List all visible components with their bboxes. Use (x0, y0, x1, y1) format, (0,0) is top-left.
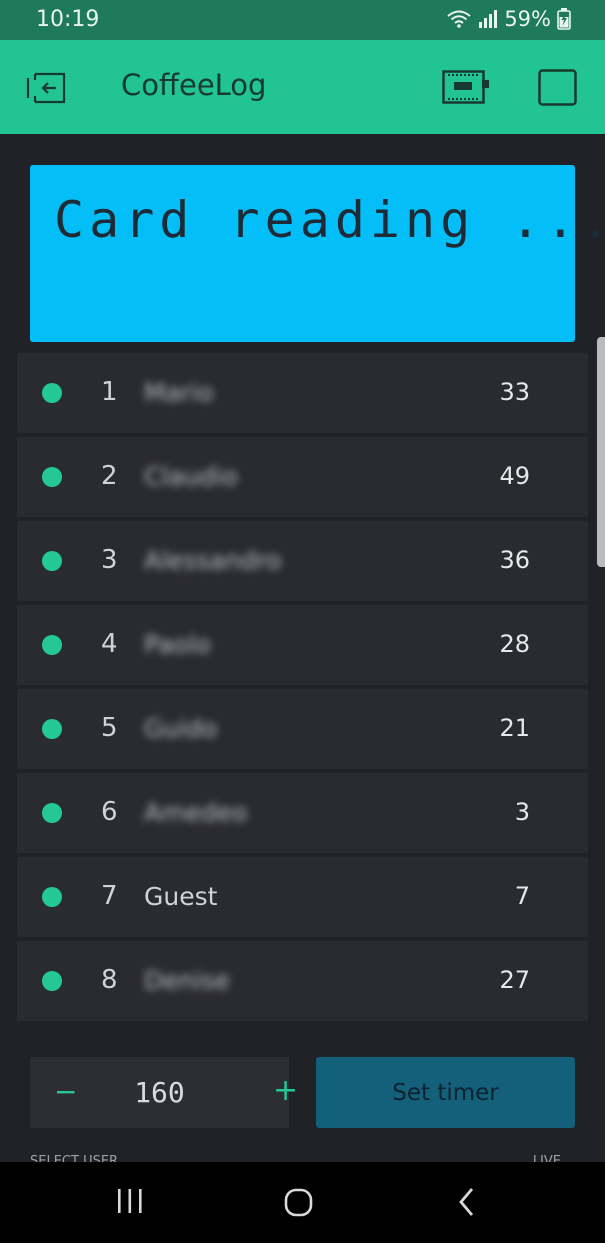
row-value: 28 (499, 630, 530, 658)
timer-stepper: − 160 + (30, 1057, 298, 1128)
stop-square-icon[interactable] (538, 69, 578, 111)
row-index: 3 (101, 545, 118, 575)
row-name: Denise (144, 966, 230, 995)
user-table[interactable]: 1 Mario 33 2 Claudio 49 3 Alessandro 36 … (17, 353, 588, 1025)
table-row[interactable]: 1 Mario 33 (17, 353, 588, 433)
row-name: Guido (144, 714, 218, 743)
app-title: CoffeeLog (121, 68, 267, 102)
row-index: 1 (101, 377, 118, 407)
table-row[interactable]: 8 Denise 27 (17, 941, 588, 1021)
table-row[interactable]: 7 Guest 7 (17, 857, 588, 937)
status-dot (42, 719, 62, 739)
table-row[interactable]: 6 Amedeo 3 (17, 773, 588, 853)
status-dot (42, 551, 62, 571)
row-name: Claudio (144, 462, 238, 491)
device-icon[interactable] (442, 70, 490, 108)
system-nav-bar (0, 1162, 605, 1243)
row-value: 33 (499, 378, 530, 406)
row-name: Amedeo (144, 798, 248, 827)
table-row[interactable]: 5 Guido 21 (17, 689, 588, 769)
battery-percent: 59% (504, 7, 551, 31)
row-value: 3 (514, 798, 530, 826)
row-index: 5 (101, 713, 118, 743)
status-dot (42, 467, 62, 487)
row-index: 2 (101, 461, 118, 491)
row-name: Guest (144, 882, 218, 911)
status-icons: 59% (446, 7, 571, 31)
set-timer-button[interactable]: Set timer (316, 1057, 575, 1128)
row-name: Paolo (144, 630, 211, 659)
row-value: 27 (499, 966, 530, 994)
status-dot (42, 887, 62, 907)
stepper-value: 160 (134, 1076, 185, 1109)
home-icon[interactable] (283, 1186, 315, 1222)
exit-project-icon[interactable] (26, 68, 68, 110)
signal-icon (478, 9, 498, 29)
scrollbar[interactable] (597, 337, 605, 567)
table-row[interactable]: 4 Paolo 28 (17, 605, 588, 685)
row-index: 7 (101, 881, 118, 911)
row-value: 49 (499, 462, 530, 490)
table-row[interactable]: 2 Claudio 49 (17, 437, 588, 517)
app-bar: CoffeeLog (0, 40, 605, 134)
wifi-icon (446, 9, 472, 29)
status-dot (42, 971, 62, 991)
row-name: Alessandro (144, 546, 282, 575)
status-dot (42, 383, 62, 403)
lcd-display: Card reading ... (30, 165, 605, 342)
lcd-line-1: Card reading ... (54, 191, 605, 249)
back-icon[interactable] (455, 1186, 479, 1222)
status-dot (42, 803, 62, 823)
increment-button[interactable]: + (273, 1073, 298, 1108)
battery-charging-icon (557, 8, 571, 30)
row-value: 21 (499, 714, 530, 742)
row-index: 6 (101, 797, 118, 827)
row-value: 36 (499, 546, 530, 574)
status-bar: 10:19 59% (0, 0, 605, 40)
table-row[interactable]: 3 Alessandro 36 (17, 521, 588, 601)
row-name: Mario (144, 378, 214, 407)
row-index: 4 (101, 629, 118, 659)
row-index: 8 (101, 965, 118, 995)
status-dot (42, 635, 62, 655)
status-time: 10:19 (36, 7, 100, 32)
row-value: 7 (514, 882, 530, 910)
recent-apps-icon[interactable] (116, 1186, 144, 1220)
